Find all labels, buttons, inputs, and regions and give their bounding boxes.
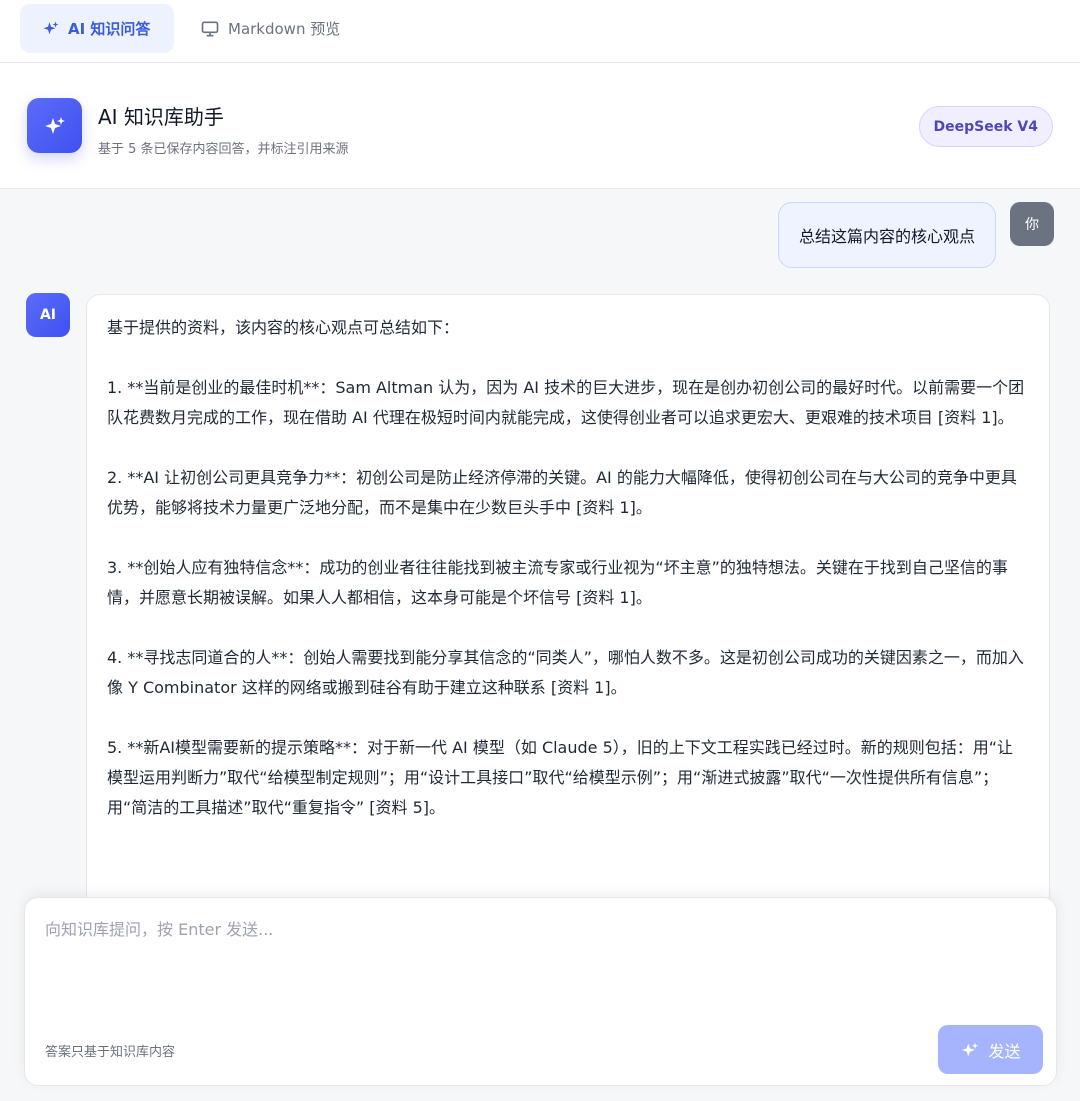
ai-paragraph: 1. **当前是创业的最佳时机**：Sam Altman 认为，因为 AI 技术… xyxy=(107,378,1025,427)
sparkles-icon xyxy=(44,116,65,134)
ai-paragraph: 4. **寻找志同道合的人**：创始人需要找到能分享其信念的“同类人”，哪怕人数… xyxy=(107,648,1024,697)
input-hint: 答案只基于知识库内容 xyxy=(45,1045,176,1060)
ai-paragraph: 3. **创始人应有独特信念**：成功的创业者往往能找到被主流专家或行业视为“坏… xyxy=(107,558,1008,607)
ai-paragraph: 基于提供的资料，该内容的核心观点可总结如下： xyxy=(107,318,460,337)
user-avatar: 你 xyxy=(1010,202,1054,246)
send-label: 发送 xyxy=(988,1041,1021,1061)
tab-label: AI 知识问答 xyxy=(68,20,151,38)
top-tab-bar: AI 知识问答 Markdown 预览 xyxy=(0,0,1080,63)
monitor-icon xyxy=(201,21,219,36)
tab-label: Markdown 预览 xyxy=(228,20,341,38)
assistant-header: AI 知识库助手 基于 5 条已保存内容回答，并标注引用来源 DeepSeek … xyxy=(0,63,1080,189)
tab-ai-qa[interactable]: AI 知识问答 xyxy=(20,4,174,53)
page-title: AI 知识库助手 xyxy=(98,105,224,129)
tab-markdown-preview[interactable]: Markdown 预览 xyxy=(180,4,358,53)
page-subtitle: 基于 5 条已保存内容回答，并标注引用来源 xyxy=(98,142,349,157)
send-button[interactable]: 发送 xyxy=(938,1025,1043,1074)
ai-paragraph: 2. **AI 让初创公司更具竞争力**：初创公司是防止经济停滞的关键。AI 的… xyxy=(107,468,1017,517)
user-message-bubble: 总结这篇内容的核心观点 xyxy=(777,202,996,268)
chat-input-panel: 答案只基于知识库内容 发送 xyxy=(24,897,1057,1086)
assistant-logo xyxy=(27,98,82,153)
question-input[interactable] xyxy=(45,916,1035,1016)
ai-avatar: AI xyxy=(26,293,70,337)
sparkles-icon xyxy=(962,1042,979,1057)
model-badge[interactable]: DeepSeek V4 xyxy=(918,106,1053,147)
ai-paragraph: 5. **新AI模型需要新的提示策略**：对于新一代 AI 模型（如 Claud… xyxy=(107,738,1014,817)
user-message-row: 总结这篇内容的核心观点 你 xyxy=(777,202,1054,268)
sparkles-icon xyxy=(43,21,59,34)
